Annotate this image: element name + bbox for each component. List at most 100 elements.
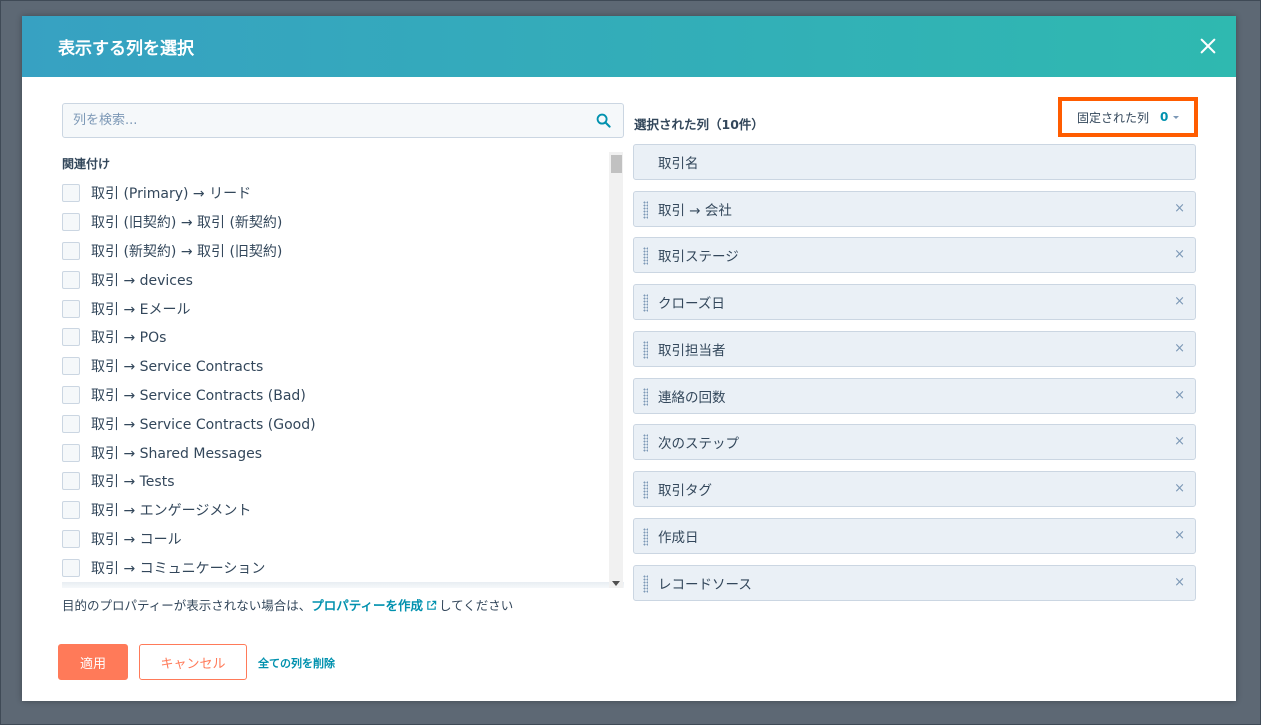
list-item-label: 取引 (新契約) → 取引 (旧契約) xyxy=(91,243,283,260)
selected-column-item[interactable]: 取引ステージ × xyxy=(633,237,1196,273)
selected-column-label: 取引 → 会社 xyxy=(658,203,732,219)
checkbox[interactable] xyxy=(62,270,80,289)
selected-column-item[interactable]: 取引 → 会社 × xyxy=(633,191,1196,227)
selected-column-item[interactable]: クローズ日 × xyxy=(633,284,1196,320)
cancel-button[interactable]: キャンセル xyxy=(139,644,247,680)
drag-handle-icon[interactable] xyxy=(643,575,648,593)
list-item-label: 取引 → POs xyxy=(91,330,167,347)
selected-column-item[interactable]: 次のステップ × xyxy=(633,424,1196,460)
frozen-columns-count: 0 xyxy=(1160,110,1169,124)
list-item-label: 取引 → Tests xyxy=(91,474,175,491)
property-list: 取引 (Primary) → リード 取引 (旧契約) → 取引 (新契約) 取… xyxy=(62,179,607,582)
group-label-associations: 関連付け xyxy=(62,157,111,171)
drag-handle-icon[interactable] xyxy=(643,294,648,312)
list-item[interactable]: 取引 → コミュニケーション xyxy=(62,553,607,582)
drag-handle-icon[interactable] xyxy=(643,388,648,406)
remove-column-icon[interactable]: × xyxy=(1174,528,1185,544)
frozen-columns-label: 固定された列 xyxy=(1077,110,1150,125)
remove-column-icon[interactable]: × xyxy=(1174,247,1185,263)
drag-handle-icon[interactable] xyxy=(643,341,648,359)
scroll-down-arrow-icon[interactable] xyxy=(612,581,620,586)
checkbox[interactable] xyxy=(62,443,80,462)
checkbox[interactable] xyxy=(62,328,80,347)
selected-column-label: レコードソース xyxy=(658,577,752,593)
checkbox[interactable] xyxy=(62,501,80,520)
choose-columns-modal: 表示する列を選択 関連付け 取引 (Primary) → リード 取引 (旧契約… xyxy=(22,16,1236,701)
selected-column-item: 取引名 xyxy=(633,144,1196,180)
selected-column-item[interactable]: 作成日 × xyxy=(633,518,1196,554)
list-item[interactable]: 取引 (旧契約) → 取引 (新契約) xyxy=(62,208,607,237)
list-item-label: 取引 → devices xyxy=(91,272,193,289)
list-item-label: 取引 → コミュニケーション xyxy=(91,560,266,577)
checkbox[interactable] xyxy=(62,357,80,376)
list-item[interactable]: 取引 → Service Contracts (Good) xyxy=(62,409,607,438)
remove-all-columns-link[interactable]: 全ての列を削除 xyxy=(258,655,335,671)
selected-column-item[interactable]: 連絡の回数 × xyxy=(633,378,1196,414)
list-item-label: 取引 → エンゲージメント xyxy=(91,503,252,520)
checkbox[interactable] xyxy=(62,299,80,318)
column-search-box xyxy=(62,103,624,138)
list-item[interactable]: 取引 → エンゲージメント xyxy=(62,496,607,525)
external-link-icon xyxy=(427,600,437,610)
list-item[interactable]: 取引 → Tests xyxy=(62,467,607,496)
remove-column-icon[interactable]: × xyxy=(1174,481,1185,497)
close-icon[interactable] xyxy=(1198,36,1218,56)
list-item[interactable]: 取引 → Service Contracts xyxy=(62,352,607,381)
modal-header: 表示する列を選択 xyxy=(22,16,1236,77)
frozen-columns-dropdown[interactable]: 固定された列 0 xyxy=(1058,97,1198,137)
checkbox[interactable] xyxy=(62,241,80,260)
selected-column-label: 取引ステージ xyxy=(658,249,739,265)
list-item[interactable]: 取引 (Primary) → リード xyxy=(62,179,607,208)
selected-column-label: 取引担当者 xyxy=(658,343,726,359)
create-property-link[interactable]: プロパティーを作成 xyxy=(311,598,423,613)
checkbox[interactable] xyxy=(62,385,80,404)
list-item[interactable]: 取引 → POs xyxy=(62,323,607,352)
list-item[interactable]: 取引 → Shared Messages xyxy=(62,438,607,467)
create-property-hint: 目的のプロパティーが表示されない場合は、プロパティーを作成 してください xyxy=(62,595,513,614)
list-item-label: 取引 → Service Contracts (Bad) xyxy=(91,387,306,404)
list-item[interactable]: 取引 (新契約) → 取引 (旧契約) xyxy=(62,237,607,266)
remove-column-icon[interactable]: × xyxy=(1174,341,1185,357)
list-item[interactable]: 取引 → Service Contracts (Bad) xyxy=(62,381,607,410)
list-item[interactable]: 取引 → devices xyxy=(62,265,607,294)
remove-column-icon[interactable]: × xyxy=(1174,575,1185,591)
remove-column-icon[interactable]: × xyxy=(1174,434,1185,450)
list-item[interactable]: 取引 → コール xyxy=(62,525,607,554)
list-scrollbar[interactable] xyxy=(609,152,623,588)
checkbox[interactable] xyxy=(62,529,80,548)
drag-handle-icon[interactable] xyxy=(643,434,648,452)
list-item-label: 取引 → Eメール xyxy=(91,301,191,318)
selected-column-label: 連絡の回数 xyxy=(658,390,726,406)
selected-column-item[interactable]: レコードソース × xyxy=(633,565,1196,601)
scrollbar-thumb[interactable] xyxy=(611,155,622,173)
drag-handle-icon[interactable] xyxy=(643,528,648,546)
selected-column-label: 取引タグ xyxy=(658,483,712,499)
checkbox[interactable] xyxy=(62,213,80,232)
checkbox[interactable] xyxy=(62,184,80,203)
caret-down-icon xyxy=(1173,116,1180,119)
column-search-input[interactable] xyxy=(63,104,583,137)
checkbox[interactable] xyxy=(62,558,80,577)
remove-column-icon[interactable]: × xyxy=(1174,201,1185,217)
selected-column-item[interactable]: 取引担当者 × xyxy=(633,331,1196,367)
selected-column-label: 作成日 xyxy=(658,530,699,546)
list-item-label: 取引 (Primary) → リード xyxy=(91,186,252,203)
remove-column-icon[interactable]: × xyxy=(1174,294,1185,310)
hint-text-before: 目的のプロパティーが表示されない場合は、 xyxy=(62,598,312,613)
list-item-label: 取引 (旧契約) → 取引 (新契約) xyxy=(91,215,283,232)
list-scroll-fade xyxy=(62,582,624,588)
apply-button[interactable]: 適用 xyxy=(58,644,128,680)
drag-handle-icon[interactable] xyxy=(643,247,648,265)
selected-column-item[interactable]: 取引タグ × xyxy=(633,471,1196,507)
selected-column-label: 次のステップ xyxy=(658,436,739,452)
checkbox[interactable] xyxy=(62,472,80,491)
remove-column-icon[interactable]: × xyxy=(1174,388,1185,404)
drag-handle-icon[interactable] xyxy=(643,481,648,499)
list-item-label: 取引 → Service Contracts xyxy=(91,359,264,376)
list-item[interactable]: 取引 → Eメール xyxy=(62,294,607,323)
checkbox[interactable] xyxy=(62,414,80,433)
drag-handle-icon[interactable] xyxy=(643,201,648,219)
selected-column-label: 取引名 xyxy=(658,156,699,172)
search-icon[interactable] xyxy=(596,113,611,128)
selected-column-label: クローズ日 xyxy=(658,296,725,312)
